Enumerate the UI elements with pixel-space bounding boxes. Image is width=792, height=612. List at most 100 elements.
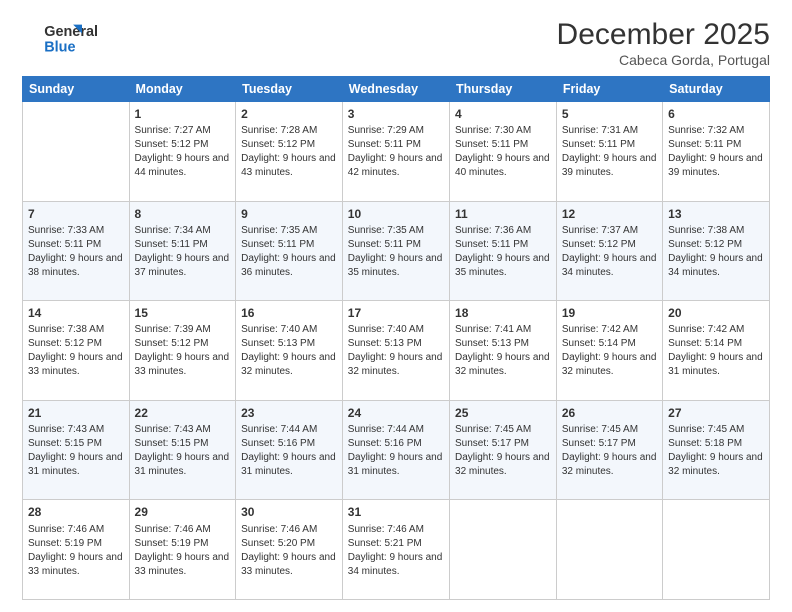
day-info: Sunrise: 7:34 AMSunset: 5:11 PMDaylight:…	[135, 224, 231, 280]
calendar-week-row: 14 Sunrise: 7:38 AMSunset: 5:12 PMDayligh…	[23, 301, 770, 401]
day-info: Sunrise: 7:39 AMSunset: 5:12 PMDaylight:…	[135, 323, 231, 379]
calendar-table: SundayMondayTuesdayWednesdayThursdayFrid…	[22, 76, 770, 600]
calendar-cell	[663, 500, 770, 600]
day-info: Sunrise: 7:45 AMSunset: 5:18 PMDaylight:…	[668, 423, 764, 479]
calendar-cell: 3 Sunrise: 7:29 AMSunset: 5:11 PMDaylight…	[342, 102, 449, 202]
day-number: 28	[28, 504, 124, 520]
calendar-cell: 1 Sunrise: 7:27 AMSunset: 5:12 PMDaylight…	[129, 102, 236, 202]
calendar-cell: 26Sunrise: 7:45 AMSunset: 5:17 PMDayligh…	[556, 400, 662, 500]
weekday-header-sunday: Sunday	[23, 77, 130, 102]
calendar-cell: 10 Sunrise: 7:35 AMSunset: 5:11 PMDayligh…	[342, 201, 449, 301]
calendar-week-row: 28 Sunrise: 7:46 AMSunset: 5:19 PMDayligh…	[23, 500, 770, 600]
day-number: 20	[668, 305, 764, 321]
day-info: Sunrise: 7:46 AMSunset: 5:19 PMDaylight:…	[28, 523, 124, 579]
calendar-cell: 15 Sunrise: 7:39 AMSunset: 5:12 PMDayligh…	[129, 301, 236, 401]
calendar-cell: 19 Sunrise: 7:42 AMSunset: 5:14 PMDayligh…	[556, 301, 662, 401]
day-number: 9	[241, 206, 337, 222]
day-number: 3	[348, 106, 444, 122]
calendar-cell: 29 Sunrise: 7:46 AMSunset: 5:19 PMDayligh…	[129, 500, 236, 600]
calendar-cell: 6 Sunrise: 7:32 AMSunset: 5:11 PMDaylight…	[663, 102, 770, 202]
calendar-cell: 5 Sunrise: 7:31 AMSunset: 5:11 PMDaylight…	[556, 102, 662, 202]
day-number: 19	[562, 305, 657, 321]
calendar-cell: 23 Sunrise: 7:44 AMSunset: 5:16 PMDayligh…	[236, 400, 343, 500]
day-number: 12	[562, 206, 657, 222]
day-number: 16	[241, 305, 337, 321]
day-info: Sunrise: 7:41 AMSunset: 5:13 PMDaylight:…	[455, 323, 551, 379]
calendar-cell: 28 Sunrise: 7:46 AMSunset: 5:19 PMDayligh…	[23, 500, 130, 600]
location-subtitle: Cabeca Gorda, Portugal	[557, 52, 770, 68]
day-number: 6	[668, 106, 764, 122]
day-info: Sunrise: 7:42 AMSunset: 5:14 PMDaylight:…	[562, 323, 657, 379]
day-info: Sunrise: 7:44 AMSunset: 5:16 PMDaylight:…	[241, 423, 337, 479]
day-info: Sunrise: 7:43 AMSunset: 5:15 PMDaylight:…	[28, 423, 124, 479]
calendar-cell: 25 Sunrise: 7:45 AMSunset: 5:17 PMDayligh…	[450, 400, 557, 500]
day-number: 18	[455, 305, 551, 321]
day-info: Sunrise: 7:38 AMSunset: 5:12 PMDaylight:…	[28, 323, 124, 379]
day-number: 8	[135, 206, 231, 222]
calendar-cell: 17 Sunrise: 7:40 AMSunset: 5:13 PMDayligh…	[342, 301, 449, 401]
day-number: 2	[241, 106, 337, 122]
calendar-week-row: 7 Sunrise: 7:33 AMSunset: 5:11 PMDaylight…	[23, 201, 770, 301]
day-info: Sunrise: 7:32 AMSunset: 5:11 PMDaylight:…	[668, 124, 764, 180]
day-info: Sunrise: 7:42 AMSunset: 5:14 PMDaylight:…	[668, 323, 764, 379]
day-number: 14	[28, 305, 124, 321]
calendar-cell	[556, 500, 662, 600]
day-number: 23	[241, 405, 337, 421]
day-number: 7	[28, 206, 124, 222]
day-number: 29	[135, 504, 231, 520]
day-number: 17	[348, 305, 444, 321]
weekday-header-thursday: Thursday	[450, 77, 557, 102]
day-info: Sunrise: 7:37 AMSunset: 5:12 PMDaylight:…	[562, 224, 657, 280]
day-info: Sunrise: 7:30 AMSunset: 5:11 PMDaylight:…	[455, 124, 551, 180]
day-number: 24	[348, 405, 444, 421]
calendar-cell	[450, 500, 557, 600]
day-number: 26	[562, 405, 657, 421]
calendar-cell: 30 Sunrise: 7:46 AMSunset: 5:20 PMDayligh…	[236, 500, 343, 600]
calendar-cell: 31Sunrise: 7:46 AMSunset: 5:21 PMDayligh…	[342, 500, 449, 600]
calendar-cell: 24 Sunrise: 7:44 AMSunset: 5:16 PMDayligh…	[342, 400, 449, 500]
calendar-week-row: 1 Sunrise: 7:27 AMSunset: 5:12 PMDaylight…	[23, 102, 770, 202]
month-title: December 2025	[557, 18, 770, 51]
day-info: Sunrise: 7:29 AMSunset: 5:11 PMDaylight:…	[348, 124, 444, 180]
calendar-cell	[23, 102, 130, 202]
weekday-header-monday: Monday	[129, 77, 236, 102]
weekday-header-friday: Friday	[556, 77, 662, 102]
day-info: Sunrise: 7:38 AMSunset: 5:12 PMDaylight:…	[668, 224, 764, 280]
calendar-cell: 16Sunrise: 7:40 AMSunset: 5:13 PMDayligh…	[236, 301, 343, 401]
day-info: Sunrise: 7:27 AMSunset: 5:12 PMDaylight:…	[135, 124, 231, 180]
calendar-cell: 11 Sunrise: 7:36 AMSunset: 5:11 PMDayligh…	[450, 201, 557, 301]
day-number: 30	[241, 504, 337, 520]
day-info: Sunrise: 7:46 AMSunset: 5:20 PMDaylight:…	[241, 523, 337, 579]
day-info: Sunrise: 7:35 AMSunset: 5:11 PMDaylight:…	[348, 224, 444, 280]
day-info: Sunrise: 7:45 AMSunset: 5:17 PMDaylight:…	[455, 423, 551, 479]
calendar-week-row: 21 Sunrise: 7:43 AMSunset: 5:15 PMDayligh…	[23, 400, 770, 500]
calendar-cell: 9 Sunrise: 7:35 AMSunset: 5:11 PMDaylight…	[236, 201, 343, 301]
calendar-cell: 22 Sunrise: 7:43 AMSunset: 5:15 PMDayligh…	[129, 400, 236, 500]
weekday-header-wednesday: Wednesday	[342, 77, 449, 102]
svg-text:Blue: Blue	[44, 39, 75, 55]
day-number: 10	[348, 206, 444, 222]
day-info: Sunrise: 7:33 AMSunset: 5:11 PMDaylight:…	[28, 224, 124, 280]
day-number: 31	[348, 504, 444, 520]
day-number: 11	[455, 206, 551, 222]
day-info: Sunrise: 7:46 AMSunset: 5:19 PMDaylight:…	[135, 523, 231, 579]
header: General Blue December 2025 Cabeca Gorda,…	[22, 18, 770, 68]
day-info: Sunrise: 7:44 AMSunset: 5:16 PMDaylight:…	[348, 423, 444, 479]
day-number: 22	[135, 405, 231, 421]
day-number: 5	[562, 106, 657, 122]
weekday-header-row: SundayMondayTuesdayWednesdayThursdayFrid…	[23, 77, 770, 102]
logo-icon: General Blue	[22, 18, 102, 58]
day-number: 1	[135, 106, 231, 122]
calendar-cell: 14 Sunrise: 7:38 AMSunset: 5:12 PMDayligh…	[23, 301, 130, 401]
day-info: Sunrise: 7:31 AMSunset: 5:11 PMDaylight:…	[562, 124, 657, 180]
calendar-cell: 2Sunrise: 7:28 AMSunset: 5:12 PMDaylight…	[236, 102, 343, 202]
calendar-cell: 8 Sunrise: 7:34 AMSunset: 5:11 PMDaylight…	[129, 201, 236, 301]
day-info: Sunrise: 7:43 AMSunset: 5:15 PMDaylight:…	[135, 423, 231, 479]
day-info: Sunrise: 7:40 AMSunset: 5:13 PMDaylight:…	[348, 323, 444, 379]
day-info: Sunrise: 7:35 AMSunset: 5:11 PMDaylight:…	[241, 224, 337, 280]
day-number: 15	[135, 305, 231, 321]
day-number: 25	[455, 405, 551, 421]
calendar-cell: 18 Sunrise: 7:41 AMSunset: 5:13 PMDayligh…	[450, 301, 557, 401]
day-info: Sunrise: 7:36 AMSunset: 5:11 PMDaylight:…	[455, 224, 551, 280]
day-number: 21	[28, 405, 124, 421]
